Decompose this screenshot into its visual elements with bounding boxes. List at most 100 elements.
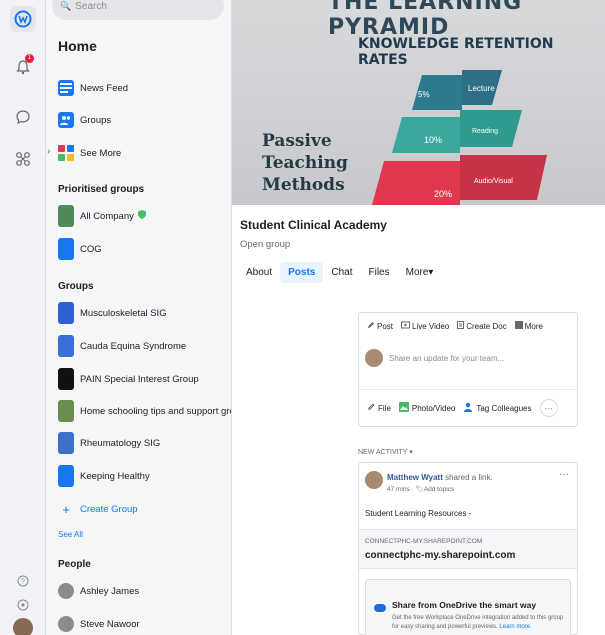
tier-pct: 5% [418,90,430,99]
more-actions-button[interactable]: ··· [539,399,558,417]
search-placeholder: Search [75,0,107,12]
post-composer: Post Live Video Create Doc More Share an… [358,312,578,427]
post-action: shared a link. [442,473,493,482]
sidebar-item-person[interactable]: Steve Nawoor [58,613,228,635]
composer-tab-label: More [524,321,543,331]
sidebar-item-label: See More [80,147,122,159]
sidebar-item-label: COG [80,243,102,255]
add-topics-link[interactable]: Add topics [424,486,454,493]
link-preview[interactable]: CONNECTPHC-MY.SHAREPOINT.COM connectphc-… [359,529,577,569]
photo-video-button[interactable]: Photo/Video [398,402,455,414]
group-avatar [58,302,74,324]
search-input[interactable]: 🔍 Search [52,0,224,20]
settings-icon[interactable] [10,592,36,618]
group-privacy: Open group [240,239,291,250]
new-activity-filter[interactable]: NEW ACTIVITY ▾ [358,448,413,456]
notifications-bell-icon[interactable]: 1 [10,54,36,80]
paperclip-icon [367,403,375,414]
sidebar-item-label: Musculoskeletal SIG [80,307,167,319]
group-avatar [58,432,74,454]
news-feed-icon [58,80,74,96]
doc-icon [457,321,465,331]
post-meta: 47 mins · 🏷Add topics [387,485,454,493]
cog-avatar [58,238,74,260]
sidebar-item-label: News Feed [80,82,129,94]
tab-about[interactable]: About [238,262,280,283]
sidebar-item-see-more[interactable]: See More [58,142,228,164]
shield-icon [137,210,146,222]
sidebar-item-all-company[interactable]: All Company [58,205,228,227]
composer-tab-live-video[interactable]: Live Video [401,321,449,331]
tab-more[interactable]: More▾ [398,262,442,283]
post-menu-button[interactable]: ··· [559,469,569,480]
search-icon: 🔍 [60,0,72,11]
group-tabs: About Posts Chat Files More▾ [238,262,441,283]
feed-post: Matthew Wyatt shared a link. 47 mins · 🏷… [358,462,578,635]
photo-icon [398,402,409,414]
tab-files[interactable]: Files [361,262,398,283]
create-group-button[interactable]: + Create Group [58,498,228,520]
composer-tab-label: Create Doc [466,321,507,331]
group-title: Student Clinical Academy [240,218,387,232]
see-all-link[interactable]: See All [58,530,83,539]
svg-text:?: ? [21,579,25,586]
avatar [58,583,74,599]
composer-tab-more[interactable]: More [514,321,543,331]
post-time[interactable]: 47 mins · [387,486,416,493]
all-company-avatar [58,205,74,227]
sidebar-item-label: Groups [80,114,112,126]
group-avatar [58,400,74,422]
tier-pct: 10% [424,135,442,145]
sidebar-item-groups[interactable]: Groups [58,109,228,131]
group-avatar [58,368,74,390]
pencil-icon [367,321,375,331]
learn-more-link[interactable]: Learn more [499,624,530,630]
tag-people-icon [463,402,473,414]
composer-tab-post[interactable]: Post [367,321,393,331]
profile-avatar[interactable] [13,618,33,635]
composer-actions: File Photo/Video Tag Colleagues ··· [367,399,558,417]
workplace-logo-icon[interactable] [10,6,36,32]
tab-posts[interactable]: Posts [280,262,324,283]
cover-photo[interactable]: THE LEARNING PYRAMID KNOWLEDGE RETENTION… [232,0,605,205]
composer-input[interactable]: Share an update for your team... [365,349,504,367]
avatar[interactable] [365,471,383,489]
tab-chat[interactable]: Chat [323,262,360,283]
sidebar-item-musculoskeletal-sig[interactable]: Musculoskeletal SIG [58,302,228,324]
sidebar-item-cauda-equina[interactable]: Cauda Equina Syndrome [58,335,228,357]
cover-side-text: Passive Teaching Methods [262,130,348,196]
chat-bubble-icon[interactable] [10,104,36,130]
composer-tab-create-doc[interactable]: Create Doc [457,321,507,331]
sidebar-item-keeping-healthy[interactable]: Keeping Healthy [58,465,228,487]
sidebar-item-label: Ashley James [80,585,140,597]
help-icon[interactable]: ? [10,568,36,594]
sidebar-item-rheumatology-sig[interactable]: Rheumatology SIG [58,432,228,454]
notification-badge: 1 [25,54,34,63]
post-author[interactable]: Matthew Wyatt [387,473,443,482]
groups-icon [58,112,74,128]
groups-title: Groups [58,281,94,292]
avatar [365,349,383,367]
sidebar-item-label: Keeping Healthy [80,470,150,482]
link-url: connectphc-my.sharepoint.com [365,550,516,561]
post-text: Student Learning Resources - [365,509,472,518]
tag-icon: 🏷 [415,486,424,493]
tier-label: Reading [472,128,498,135]
sidebar-item-pain-sig[interactable]: PAIN Special Interest Group [58,368,228,390]
tag-colleagues-button[interactable]: Tag Colleagues [463,402,532,414]
side-line: Teaching [262,153,348,173]
sidebar-item-home-schooling[interactable]: Home schooling tips and support group [58,400,231,422]
sidebar: 🔍 Search Home News Feed Groups › See Mor… [46,0,232,635]
composer-tab-label: Post [377,321,394,331]
cover-title: THE LEARNING PYRAMID [328,0,523,40]
shortcuts-icon[interactable] [10,146,36,172]
onedrive-description: Get the free Workplace OneDrive integrat… [392,614,568,632]
sidebar-item-news-feed[interactable]: News Feed [58,77,228,99]
file-button[interactable]: File [367,403,391,414]
sidebar-item-label: Steve Nawoor [80,618,140,630]
chevron-right-icon[interactable]: › [47,146,50,157]
onedrive-cloud-icon [374,604,386,612]
sidebar-item-person[interactable]: Ashley James [58,580,228,602]
plus-icon: + [62,501,70,517]
sidebar-item-cog[interactable]: COG [58,238,228,260]
